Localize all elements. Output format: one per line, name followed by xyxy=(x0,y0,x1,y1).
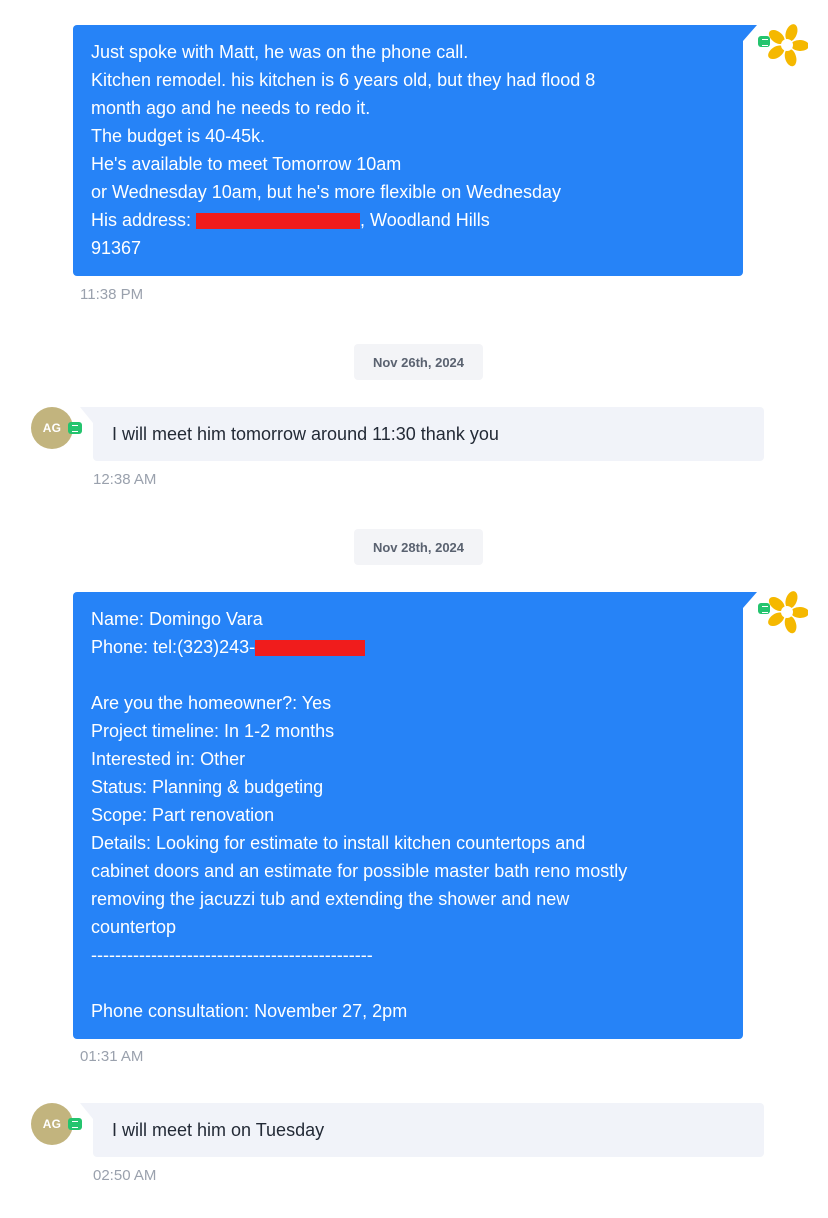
pinwheel-logo-icon xyxy=(768,24,808,67)
message-line xyxy=(91,661,725,689)
message-line: cabinet doors and an estimate for possib… xyxy=(91,861,628,881)
redacted-phone xyxy=(255,640,366,657)
chat-bubble-icon xyxy=(68,1118,82,1130)
message-line: Just spoke with Matt, he was on the phon… xyxy=(91,42,469,62)
avatar: AG xyxy=(31,1103,82,1145)
message-line: countertop xyxy=(91,917,177,937)
message-line: or Wednesday 10am, but he's more flexibl… xyxy=(91,182,562,202)
redacted-address xyxy=(196,213,361,230)
address-city: , Woodland Hills xyxy=(360,210,490,230)
message-text: I will meet him tomorrow around 11:30 th… xyxy=(112,424,499,444)
sender-avatar xyxy=(758,589,808,637)
message-line: removing the jacuzzi tub and extending t… xyxy=(91,889,570,909)
incoming-message-bubble: I will meet him tomorrow around 11:30 th… xyxy=(80,407,764,461)
message-timestamp: 02:50 AM xyxy=(93,1167,157,1184)
message-line: He's available to meet Tomorrow 10am xyxy=(91,154,402,174)
divider-line: ----------------------------------------… xyxy=(91,945,373,965)
avatar: AG xyxy=(31,407,82,449)
message-line: 91367 xyxy=(91,238,142,258)
message-line: The budget is 40-45k. xyxy=(91,126,266,146)
message-timestamp: 12:38 AM xyxy=(93,471,157,488)
avatar-initials: AG xyxy=(42,421,62,435)
message-timestamp: 11:38 PM xyxy=(80,286,144,303)
message-timestamp: 01:31 AM xyxy=(80,1048,144,1065)
phone-label: Phone: tel:(323)243- xyxy=(91,637,256,657)
pinwheel-logo-icon xyxy=(768,591,808,634)
message-line: Kitchen remodel. his kitchen is 6 years … xyxy=(91,70,596,90)
date-separator: Nov 28th, 2024 xyxy=(354,529,483,565)
message-text: I will meet him on Tuesday xyxy=(112,1120,325,1140)
incoming-message-bubble: I will meet him on Tuesday xyxy=(80,1103,764,1157)
phone-line: Phone: tel:(323)243- xyxy=(91,633,725,661)
date-separator: Nov 26th, 2024 xyxy=(354,344,483,380)
message-line: Interested in: Other xyxy=(91,749,246,769)
chat-bubble-icon xyxy=(68,422,82,434)
message-line: Name: Domingo Vara xyxy=(91,609,263,629)
avatar-initials: AG xyxy=(42,1117,62,1131)
message-line: Details: Looking for estimate to install… xyxy=(91,833,586,853)
message-line xyxy=(91,969,725,997)
sender-avatar xyxy=(758,22,808,70)
message-line: Phone consultation: November 27, 2pm xyxy=(91,1001,408,1021)
outgoing-message-bubble: Name: Domingo Vara Phone: tel:(323)243- … xyxy=(73,592,757,1039)
message-line: Project timeline: In 1-2 months xyxy=(91,721,335,741)
message-line: Status: Planning & budgeting xyxy=(91,777,324,797)
outgoing-message-bubble: Just spoke with Matt, he was on the phon… xyxy=(73,25,757,276)
address-label: His address: xyxy=(91,210,197,230)
message-line: Scope: Part renovation xyxy=(91,805,275,825)
message-line: Are you the homeowner?: Yes xyxy=(91,693,332,713)
message-line: month ago and he needs to redo it. xyxy=(91,98,371,118)
address-line: His address: , Woodland Hills xyxy=(91,206,725,234)
